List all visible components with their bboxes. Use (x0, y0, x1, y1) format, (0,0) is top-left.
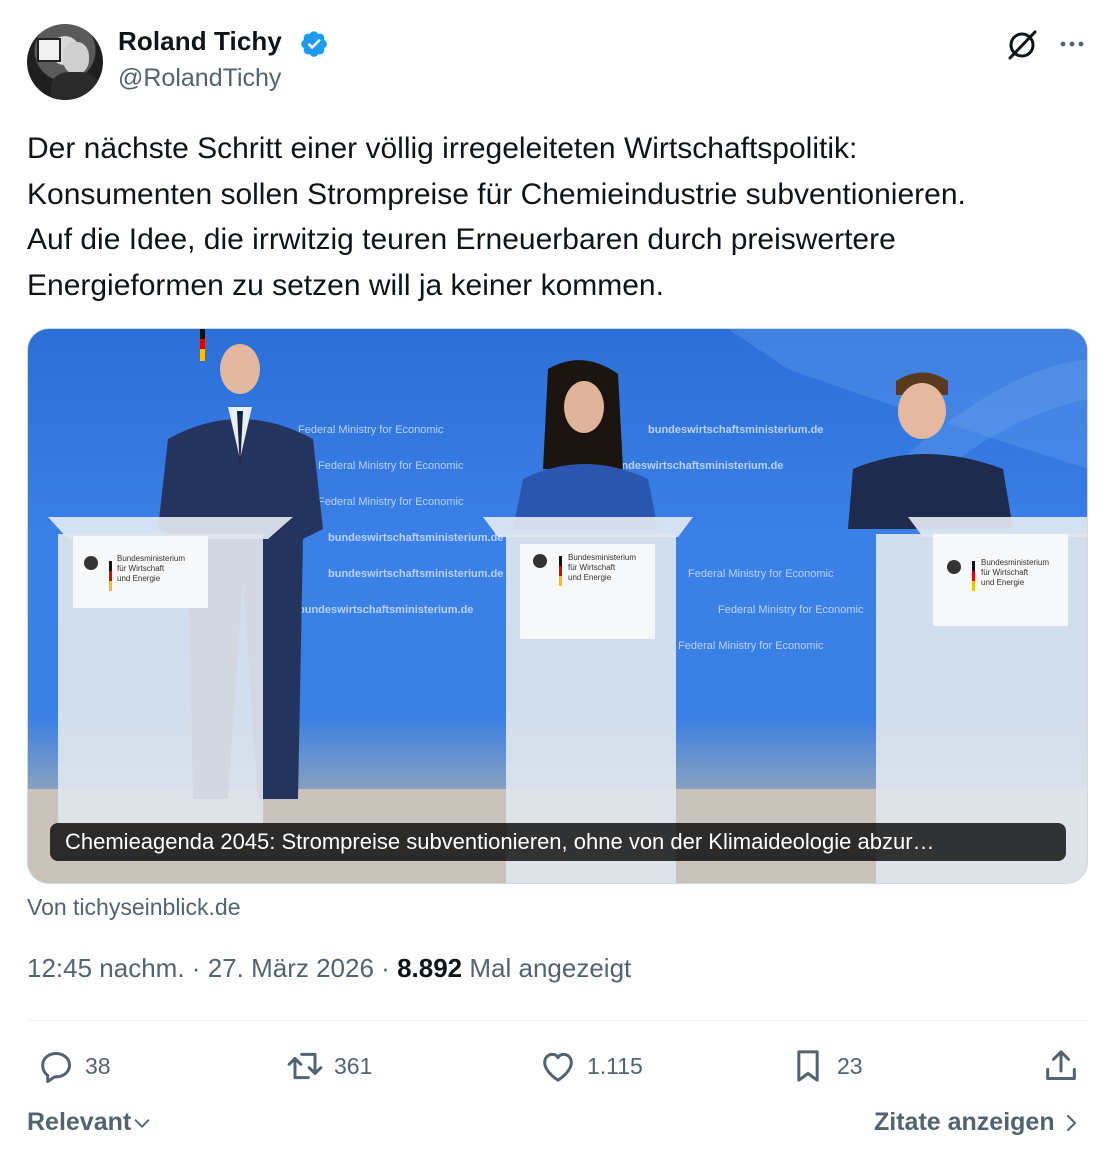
lectern-left: Bundesministerium für Wirtschaft und Ene… (48, 517, 293, 824)
tweet-meta: 12:45 nachm. · 27. März 2026 · 8.892 Mal… (27, 953, 631, 984)
heart-icon (543, 1052, 573, 1082)
lectern-label: und Energie (981, 578, 1025, 587)
tweet-time[interactable]: 12:45 nachm. (27, 953, 185, 983)
tweet-date[interactable]: 27. März 2026 (208, 953, 374, 983)
share-icon (1046, 1050, 1076, 1080)
backdrop-text: bundeswirtschaftsministerium.de (328, 532, 503, 544)
backdrop-text: Federal Ministry for Economic (678, 640, 824, 652)
speaker-center (513, 360, 658, 529)
backdrop-text: bundeswirtschaftsministerium.de (298, 604, 473, 616)
link-card-image[interactable]: Federal Ministry for Economic bundeswirt… (27, 328, 1088, 884)
press-conference-photo: Federal Ministry for Economic bundeswirt… (28, 329, 1087, 883)
grok-icon[interactable] (1004, 27, 1040, 63)
bookmark-button[interactable]: 23 (788, 1044, 863, 1088)
sort-dropdown[interactable]: Relevant (27, 1108, 153, 1137)
link-source[interactable]: Von tichyseinblick.de (27, 894, 241, 921)
lectern-label: für Wirtschaft (117, 564, 165, 573)
backdrop-text: Federal Ministry for Economic (318, 496, 464, 508)
author-handle[interactable]: @RolandTichy (118, 64, 281, 93)
chevron-down-icon (134, 1118, 150, 1128)
avatar[interactable] (27, 24, 103, 100)
sort-label: Relevant (27, 1108, 132, 1136)
bookmark-count: 23 (837, 1052, 863, 1079)
quotes-label: Zitate anzeigen (874, 1108, 1055, 1136)
backdrop-text: Federal Ministry for Economic (318, 460, 464, 472)
view-count: 8.892 (397, 953, 463, 983)
lectern-label: Bundesministerium (568, 553, 636, 562)
reply-icon (41, 1052, 71, 1083)
share-button[interactable] (1041, 1044, 1081, 1088)
tweet-text: Der nächste Schritt einer völlig irregel… (27, 132, 966, 302)
lectern-label: Bundesministerium (981, 558, 1049, 567)
reply-count: 38 (85, 1052, 111, 1079)
repost-icon (287, 1052, 323, 1080)
repost-count: 361 (334, 1052, 373, 1079)
backdrop-text: Federal Ministry for Economic (298, 424, 444, 436)
divider (27, 1020, 1088, 1021)
backdrop-text: bundeswirtschaftsministerium.de (328, 568, 503, 580)
like-count: 1.115 (587, 1052, 643, 1079)
link-card-caption[interactable]: Chemieagenda 2045: Strompreise subventio… (50, 823, 1066, 861)
lectern-label: für Wirtschaft (981, 568, 1029, 577)
author-name[interactable]: Roland Tichy (118, 26, 282, 57)
view-label: Mal angezeigt (469, 953, 632, 983)
lectern-label: für Wirtschaft (568, 563, 616, 572)
bookmark-icon (797, 1050, 819, 1082)
repost-button[interactable]: 361 (285, 1044, 372, 1088)
backdrop-text: Federal Ministry for Economic (718, 604, 864, 616)
more-options-icon[interactable] (1056, 28, 1088, 60)
lectern-label: Bundesministerium (117, 554, 185, 563)
meta-separator: · (381, 953, 390, 983)
chevron-right-icon (1066, 1114, 1076, 1131)
meta-separator: · (191, 953, 201, 983)
backdrop-text: bundeswirtschaftsministerium.de (648, 424, 823, 436)
like-button[interactable]: 1.115 (538, 1044, 643, 1088)
lectern-label: und Energie (117, 574, 161, 583)
view-quotes-link[interactable]: Zitate anzeigen (874, 1108, 1083, 1137)
lectern-label: und Energie (568, 573, 612, 582)
backdrop-text: Federal Ministry for Economic (688, 568, 834, 580)
reply-button[interactable]: 38 (36, 1044, 111, 1088)
backdrop-text: bundeswirtschaftsministerium.de (608, 460, 783, 472)
verified-badge-icon (301, 31, 327, 57)
